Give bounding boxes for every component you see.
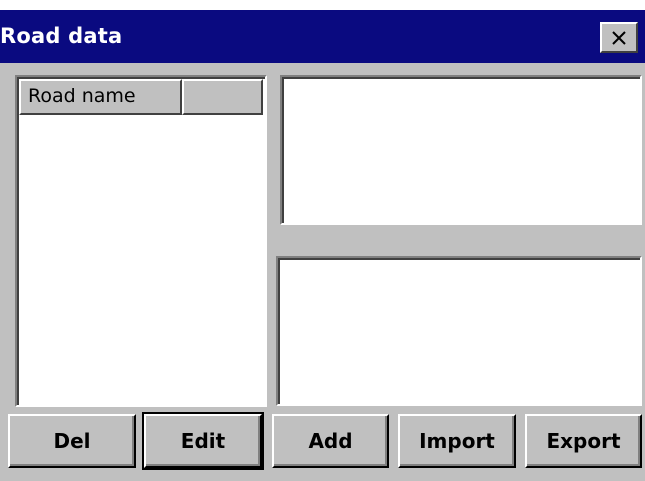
dialog-client-area: Road name Del Edit Add Import Export [0, 63, 645, 481]
road-list-header: Road name [19, 79, 265, 115]
title-bar: Road data [0, 8, 645, 63]
road-data-window: Road data Road name Del Edit Add Import … [0, 8, 645, 481]
road-info-textbox-bottom[interactable] [276, 256, 642, 406]
close-button[interactable] [600, 22, 638, 53]
del-button[interactable]: Del [8, 414, 136, 468]
close-icon [612, 30, 626, 45]
window-title: Road data [0, 24, 123, 48]
export-button[interactable]: Export [525, 414, 642, 468]
road-list-body[interactable]: Road name [17, 77, 265, 405]
road-list[interactable]: Road name [15, 75, 267, 407]
import-button[interactable]: Import [398, 414, 516, 468]
column-header-2[interactable] [182, 79, 263, 115]
edit-button[interactable]: Edit [142, 412, 264, 470]
road-info-textbox-top[interactable] [280, 75, 642, 225]
add-button[interactable]: Add [272, 414, 389, 468]
column-header-road-name[interactable]: Road name [19, 79, 182, 115]
